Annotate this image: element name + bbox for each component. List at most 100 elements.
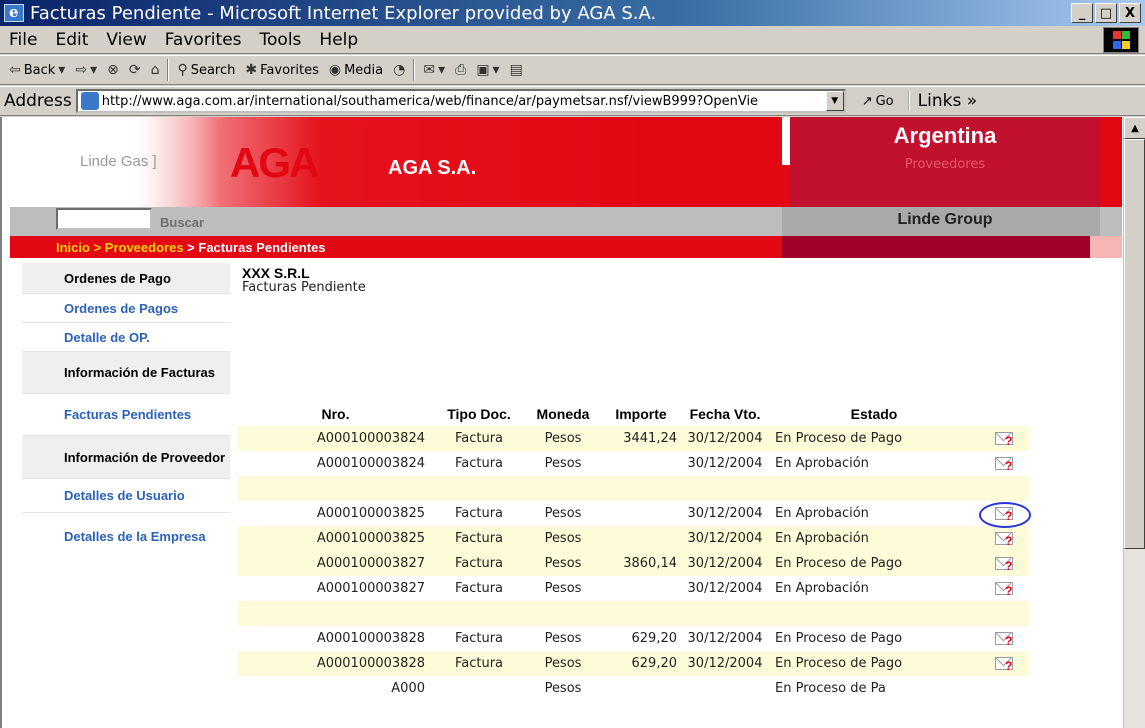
- home-button[interactable]: ⌂: [146, 62, 165, 78]
- cell-moneda: Pesos: [525, 526, 601, 551]
- back-button[interactable]: ⇦ Back ▾: [4, 62, 70, 78]
- query-mail-button[interactable]: ?: [995, 456, 1013, 473]
- cell-importe: [601, 676, 681, 701]
- toolbar-separator: [413, 59, 416, 81]
- cell-nro: A000100003828: [238, 626, 433, 651]
- cell-action: ?: [979, 501, 1031, 528]
- header-stripe: [1100, 117, 1122, 207]
- menu-view[interactable]: View: [97, 30, 155, 50]
- menu-file[interactable]: File: [0, 30, 46, 50]
- search-input[interactable]: [56, 208, 152, 230]
- query-mail-button[interactable]: ?: [995, 631, 1013, 648]
- mail-question-icon: ?: [995, 632, 1013, 648]
- stop-button[interactable]: ⊗: [102, 62, 124, 78]
- cell-importe: 629,20: [601, 651, 681, 676]
- minimize-button[interactable]: _: [1071, 3, 1093, 23]
- linde-group-label: Linde Group: [897, 211, 993, 228]
- menu-edit[interactable]: Edit: [46, 30, 97, 50]
- breadcrumb-proveedores[interactable]: Proveedores: [105, 240, 184, 255]
- column-header-moneda: Moneda: [536, 405, 590, 422]
- question-mark-icon: ?: [1005, 634, 1013, 648]
- links-button[interactable]: Links »: [907, 91, 977, 111]
- cell-estado: En Aprobación: [769, 576, 979, 601]
- sidebar-item-facturas-pendientes[interactable]: Facturas Pendientes: [22, 394, 230, 436]
- refresh-button[interactable]: ⟳: [124, 62, 146, 78]
- cell-estado: En Aprobación: [769, 451, 979, 476]
- query-mail-button[interactable]: ?: [995, 531, 1013, 548]
- header-divider: [782, 117, 790, 165]
- query-mail-button[interactable]: ?: [995, 581, 1013, 598]
- menu-tools[interactable]: Tools: [251, 30, 311, 50]
- scroll-up-icon[interactable]: ▲: [1124, 117, 1145, 139]
- go-arrow-icon: ↗: [861, 93, 873, 109]
- cell-nro: A000100003827: [238, 576, 433, 601]
- cell-tipo: [433, 676, 525, 701]
- address-dropdown-icon[interactable]: ▼: [825, 91, 844, 111]
- maximize-button[interactable]: □: [1095, 3, 1117, 23]
- cell-nro: [238, 601, 433, 626]
- sidebar-item-detalles-empresa[interactable]: Detalles de la Empresa: [22, 513, 230, 559]
- edit-button[interactable]: ▣ ▾: [471, 62, 504, 78]
- cell-moneda: Pesos: [525, 626, 601, 651]
- mail-button[interactable]: ✉ ▾: [418, 62, 450, 78]
- cell-estado: [769, 476, 979, 501]
- cell-estado: En Proceso de Pa: [769, 676, 979, 701]
- cell-tipo: Factura: [433, 426, 525, 451]
- windows-logo-icon: [1103, 27, 1139, 53]
- table-row: A000100003827 Factura Pesos 3860,14 30/12/20…: [238, 551, 1029, 576]
- search-button[interactable]: Buscar: [160, 215, 204, 230]
- mail-question-icon: ?: [995, 582, 1013, 598]
- cell-moneda: Pesos: [525, 451, 601, 476]
- invoices-table: Nro. Tipo Doc. Moneda Importe Fecha Vto.…: [238, 401, 1031, 701]
- history-button[interactable]: ◔: [388, 62, 410, 78]
- query-mail-button[interactable]: ?: [995, 656, 1013, 673]
- table-row: A000100003825 Factura Pesos 30/12/2004 En Ap…: [238, 526, 1029, 551]
- forward-button[interactable]: ⇨ ▾: [70, 62, 102, 78]
- favorites-button[interactable]: ✱ Favorites: [240, 62, 323, 78]
- favorites-label: Favorites: [260, 62, 319, 78]
- query-mail-button[interactable]: ?: [995, 556, 1013, 573]
- sidebar-item-detalle-op[interactable]: Detalle de OP.: [22, 323, 230, 352]
- vertical-scrollbar[interactable]: ▲: [1123, 117, 1145, 728]
- cell-fecha: [681, 476, 769, 501]
- cell-moneda: Pesos: [525, 501, 601, 526]
- cell-moneda: Pesos: [525, 551, 601, 576]
- cell-nro: A000100003825: [238, 526, 433, 551]
- sidebar-item-detalles-usuario[interactable]: Detalles de Usuario: [22, 479, 230, 513]
- address-input[interactable]: http://www.aga.com.ar/international/sout…: [75, 89, 846, 113]
- go-button[interactable]: ↗ Go: [862, 94, 894, 109]
- cell-estado: En Proceso de Pago: [769, 426, 979, 451]
- discuss-button[interactable]: ▤: [505, 62, 528, 78]
- cell-action: [979, 601, 1029, 626]
- breadcrumb-inicio[interactable]: Inicio: [56, 240, 90, 255]
- cell-action: ?: [979, 651, 1029, 676]
- sidebar-item-ordenes-de-pagos[interactable]: Ordenes de Pagos: [22, 294, 230, 323]
- breadcrumb-current: Facturas Pendientes: [198, 240, 326, 255]
- page-subtitle: Facturas Pendiente: [242, 280, 366, 295]
- scroll-thumb[interactable]: [1124, 139, 1145, 549]
- cell-importe: 3860,14: [601, 551, 681, 576]
- print-button[interactable]: ⎙: [450, 62, 471, 78]
- table-row: [238, 476, 1029, 501]
- query-mail-button[interactable]: ?: [995, 431, 1013, 448]
- cell-fecha: 30/12/2004: [681, 576, 769, 601]
- table-row: A000100003828 Factura Pesos 629,20 30/12/200…: [238, 626, 1029, 651]
- cell-nro: A000100003824: [238, 451, 433, 476]
- query-mail-button[interactable]: ?: [979, 502, 1031, 528]
- search-button[interactable]: ⚲ Search: [172, 62, 240, 78]
- page-icon: [80, 92, 99, 110]
- cell-tipo: [433, 601, 525, 626]
- media-button[interactable]: ◉ Media: [324, 62, 388, 78]
- breadcrumb-trail: Inicio > Proveedores > Facturas Pendient…: [56, 240, 326, 255]
- close-button[interactable]: X: [1119, 3, 1141, 23]
- sidebar-heading-proveedor: Información de Proveedor: [22, 436, 230, 479]
- dropdown-icon: ▾: [58, 62, 66, 78]
- table-row: A000 Pesos En Proceso de Pa: [238, 676, 1029, 701]
- cell-importe: [601, 501, 681, 526]
- menu-help[interactable]: Help: [310, 30, 367, 50]
- cell-moneda: Pesos: [525, 426, 601, 451]
- menu-favorites[interactable]: Favorites: [156, 30, 251, 50]
- table-row: A000100003827 Factura Pesos 30/12/2004 En Ap…: [238, 576, 1029, 601]
- cell-estado: En Proceso de Pago: [769, 626, 979, 651]
- cell-action: ?: [979, 451, 1029, 476]
